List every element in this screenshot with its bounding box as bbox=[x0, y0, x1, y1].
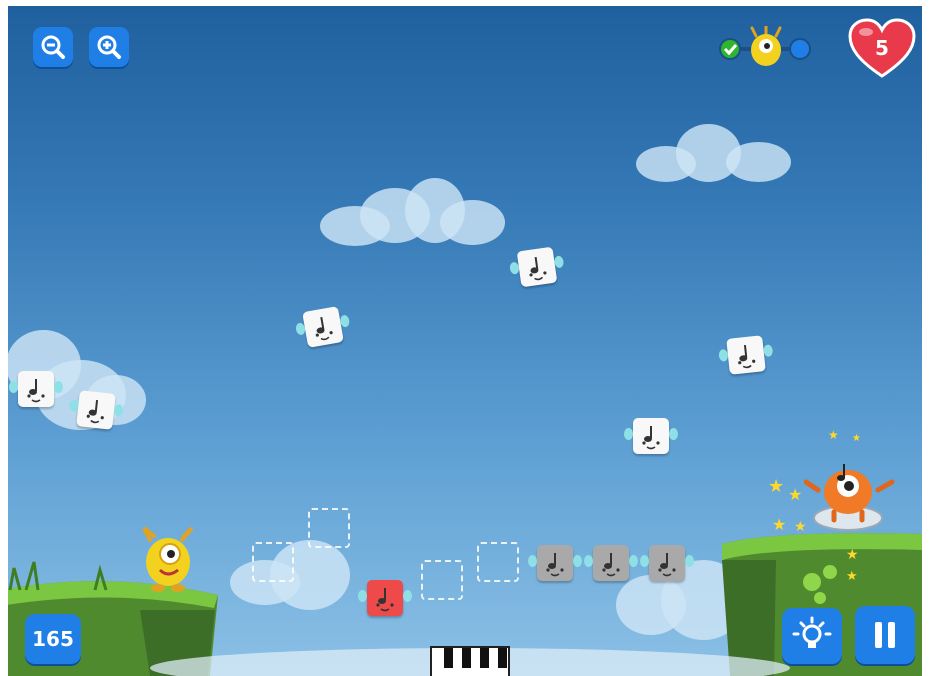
sparkle-star: ★ bbox=[772, 515, 787, 534]
note-block[interactable] bbox=[509, 246, 565, 288]
yellow-monster-character bbox=[142, 526, 194, 592]
pause-icon bbox=[875, 622, 895, 648]
lives-heart: 5 bbox=[848, 18, 916, 80]
lives-count: 5 bbox=[875, 36, 889, 60]
zoom-in-icon bbox=[97, 35, 121, 59]
sparkle-star: ★ bbox=[768, 476, 785, 497]
piano-keys-icon bbox=[444, 648, 507, 668]
pause-button[interactable] bbox=[855, 606, 915, 664]
sparkle-star: ★ bbox=[788, 485, 803, 504]
progress-step-pending bbox=[789, 38, 811, 60]
zoom-in-button[interactable] bbox=[89, 27, 129, 67]
placed-note-block bbox=[640, 545, 694, 581]
note-block[interactable] bbox=[9, 371, 63, 407]
score-value: 165 bbox=[32, 627, 74, 651]
frame-border-left bbox=[0, 0, 8, 676]
lightbulb-icon bbox=[792, 616, 832, 648]
sparkle-star: ★ bbox=[794, 519, 807, 535]
note-block[interactable] bbox=[718, 335, 774, 375]
orange-monster-character bbox=[804, 464, 895, 531]
sparkle-star: ★ bbox=[846, 547, 859, 563]
cloud bbox=[636, 124, 791, 184]
note-block[interactable] bbox=[68, 390, 124, 430]
empty-note-slot[interactable] bbox=[477, 542, 519, 582]
empty-note-slot[interactable] bbox=[308, 508, 350, 548]
empty-note-slot[interactable] bbox=[421, 560, 463, 600]
active-note-block[interactable] bbox=[358, 580, 412, 616]
game-canvas: ★ ★ ★ ★ ★ ★ ★ ★ 5 165 bbox=[0, 0, 934, 676]
placed-note-block bbox=[584, 545, 638, 581]
piano-keyboard-button[interactable] bbox=[430, 646, 510, 676]
frame-border-top bbox=[0, 0, 934, 6]
level-progress bbox=[716, 24, 816, 72]
zoom-out-icon bbox=[41, 35, 65, 59]
placed-note-block bbox=[528, 545, 582, 581]
sparkle-star: ★ bbox=[852, 433, 861, 444]
note-block[interactable] bbox=[624, 418, 678, 454]
note-block[interactable] bbox=[295, 306, 351, 348]
progress-step-done bbox=[719, 38, 741, 60]
sparkle-star: ★ bbox=[828, 428, 839, 442]
hint-button[interactable] bbox=[782, 608, 842, 664]
zoom-out-button[interactable] bbox=[33, 27, 73, 67]
empty-note-slot[interactable] bbox=[252, 542, 294, 582]
cloud bbox=[320, 178, 505, 248]
score-badge: 165 bbox=[25, 614, 81, 664]
sparkle-star: ★ bbox=[846, 569, 858, 584]
frame-border-right bbox=[922, 0, 934, 676]
